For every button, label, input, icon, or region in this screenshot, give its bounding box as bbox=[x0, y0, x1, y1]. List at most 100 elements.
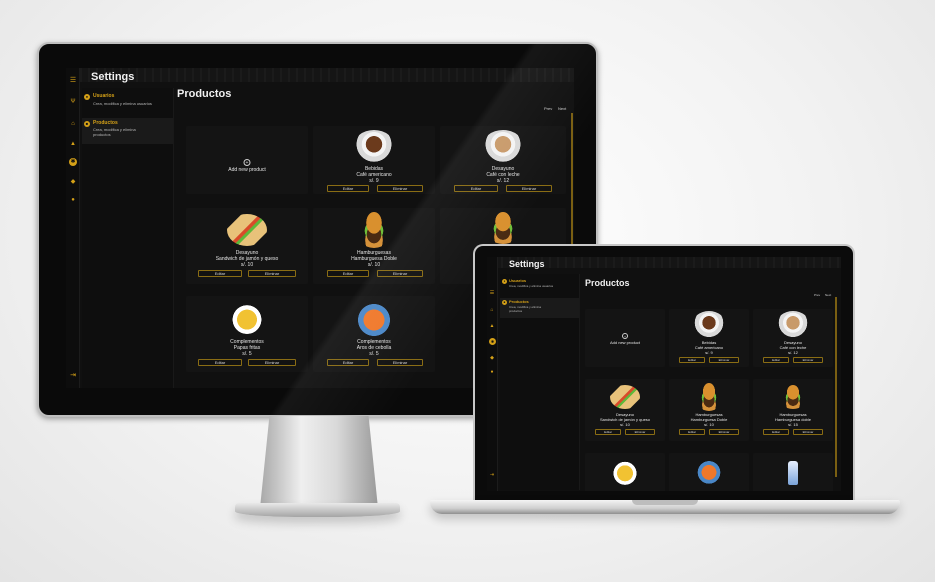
user-circle-icon: ● bbox=[502, 279, 507, 284]
add-product-card[interactable]: + Add new product bbox=[186, 126, 308, 194]
top-bar bbox=[66, 68, 574, 82]
edit-button[interactable]: Editar bbox=[679, 429, 705, 435]
delete-button[interactable]: Eliminar bbox=[377, 270, 423, 277]
hamburger-menu-icon[interactable]: ☰ bbox=[69, 77, 77, 85]
product-price: s/. 9 bbox=[369, 178, 379, 184]
burger-image bbox=[695, 383, 723, 411]
bottle-image bbox=[788, 461, 798, 485]
product-price: s/. 12 bbox=[788, 350, 798, 355]
onion-rings-image bbox=[694, 457, 724, 485]
product-price: s/. 5 bbox=[242, 351, 252, 357]
product-card: Bebidas Café americano s/. 9 Editar Elim… bbox=[669, 309, 749, 367]
fries-image bbox=[228, 302, 266, 334]
edit-button[interactable]: Editar bbox=[327, 359, 369, 366]
delete-button[interactable]: Eliminar bbox=[793, 357, 823, 363]
tag-icon[interactable]: ◆ bbox=[489, 355, 495, 361]
page-title: Settings bbox=[509, 259, 545, 269]
restaurant-icon[interactable]: Ψ bbox=[69, 98, 77, 106]
nav-rail: ☰ ⌂ ▲ ✱ ◆ ● ⇥ bbox=[487, 257, 498, 491]
onion-rings-image bbox=[353, 298, 395, 338]
delete-button[interactable]: Eliminar bbox=[248, 359, 296, 366]
menu-item-desc: Crea, modifica y elimina productos bbox=[509, 305, 542, 313]
menu-item-desc: Crea, modifica y elimina usuarios bbox=[509, 284, 554, 288]
delete-button[interactable]: Eliminar bbox=[377, 359, 423, 366]
tag-icon[interactable]: ◆ bbox=[69, 178, 77, 186]
product-price: s/. 10 bbox=[367, 262, 381, 268]
bell-icon[interactable]: ▲ bbox=[489, 323, 495, 329]
product-card: Hamburguesas Hamburguesa Doble s/. 10 Ed… bbox=[313, 208, 435, 284]
menu-item-title: Usuarios bbox=[93, 93, 115, 99]
menu-item-usuarios[interactable]: ● Usuarios Crea, modifica y elimina usua… bbox=[82, 92, 173, 116]
product-card bbox=[753, 453, 833, 491]
laptop: ☰ ⌂ ▲ ✱ ◆ ● ⇥ Settings ● Usuarios Crea, … bbox=[473, 244, 855, 503]
product-card: Complementos Aros de cebolla s/. 5 Edita… bbox=[313, 296, 435, 372]
home-icon[interactable]: ⌂ bbox=[489, 307, 495, 313]
section-title: Productos bbox=[585, 278, 630, 288]
edit-button[interactable]: Editar bbox=[198, 270, 242, 277]
delete-button[interactable]: Eliminar bbox=[793, 429, 823, 435]
product-price: s/. 15 bbox=[788, 422, 798, 427]
menu-item-productos[interactable]: ■ Productos Crea, modifica y elimina pro… bbox=[500, 298, 579, 318]
laptop-screen: ☰ ⌂ ▲ ✱ ◆ ● ⇥ Settings ● Usuarios Crea, … bbox=[487, 257, 841, 491]
delete-button[interactable]: Eliminar bbox=[377, 185, 423, 192]
edit-button[interactable]: Editar bbox=[327, 270, 369, 277]
monitor-base bbox=[235, 503, 400, 517]
prev-link[interactable]: Prev bbox=[814, 293, 820, 297]
edit-button[interactable]: Editar bbox=[763, 429, 789, 435]
delete-button[interactable]: Eliminar bbox=[709, 429, 739, 435]
edit-button[interactable]: Editar bbox=[327, 185, 369, 192]
next-link[interactable]: Next bbox=[825, 293, 831, 297]
user-circle-icon: ● bbox=[84, 94, 90, 100]
edit-button[interactable]: Editar bbox=[763, 357, 789, 363]
delete-button[interactable]: Eliminar bbox=[248, 270, 296, 277]
product-price: s/. 10 bbox=[704, 422, 714, 427]
delete-button[interactable]: Eliminar bbox=[506, 185, 552, 192]
product-card: Desayuno Sandwich de jamón y queso s/. 1… bbox=[186, 208, 308, 284]
logout-icon[interactable]: ⇥ bbox=[69, 372, 77, 380]
menu-item-usuarios[interactable]: ● Usuarios Crea, modifica y elimina usua… bbox=[500, 277, 579, 295]
burger-image bbox=[485, 212, 521, 244]
product-card: Bebidas Café americano s/. 9 Editar Elim… bbox=[313, 126, 435, 194]
delete-button[interactable]: Eliminar bbox=[709, 357, 739, 363]
user-icon[interactable]: ● bbox=[489, 369, 495, 375]
home-icon[interactable]: ⌂ bbox=[69, 120, 77, 128]
add-product-card[interactable]: + Add new product bbox=[585, 309, 665, 367]
latte-image bbox=[482, 130, 524, 164]
settings-menu: ● Usuarios Crea, modifica y elimina usua… bbox=[82, 88, 174, 388]
bell-icon[interactable]: ▲ bbox=[69, 140, 77, 148]
delete-button[interactable]: Eliminar bbox=[625, 429, 655, 435]
logout-icon[interactable]: ⇥ bbox=[489, 472, 495, 478]
edit-button[interactable]: Editar bbox=[198, 359, 242, 366]
burger-icon: ■ bbox=[84, 121, 90, 127]
settings-icon[interactable]: ✱ bbox=[69, 158, 77, 166]
menu-item-title: Productos bbox=[509, 299, 529, 304]
settings-icon[interactable]: ✱ bbox=[489, 338, 496, 345]
burger-image bbox=[779, 385, 807, 409]
next-link[interactable]: Next bbox=[558, 106, 566, 111]
product-card bbox=[585, 453, 665, 491]
sandwich-image bbox=[610, 385, 640, 409]
product-price: s/. 12 bbox=[496, 178, 510, 184]
edit-button[interactable]: Editar bbox=[679, 357, 705, 363]
product-card: Complementos Papas fritas s/. 5 Editar E… bbox=[186, 296, 308, 372]
edit-button[interactable]: Editar bbox=[454, 185, 498, 192]
hamburger-menu-icon[interactable]: ☰ bbox=[489, 290, 495, 296]
fries-image bbox=[610, 459, 640, 485]
product-card bbox=[669, 453, 749, 491]
edit-button[interactable]: Editar bbox=[595, 429, 621, 435]
product-card: Desayuno Café con leche s/. 12 Editar El… bbox=[440, 126, 566, 194]
scrollbar[interactable] bbox=[835, 297, 837, 477]
menu-item-desc: Crea, modifica y elimina productos bbox=[93, 127, 136, 137]
user-icon[interactable]: ● bbox=[69, 196, 77, 204]
menu-item-productos[interactable]: ■ Productos Crea, modifica y elimina pro… bbox=[82, 118, 173, 144]
plus-icon: + bbox=[622, 333, 628, 339]
coffee-image bbox=[692, 311, 726, 339]
sandwich-image bbox=[227, 214, 267, 246]
latte-image bbox=[776, 311, 810, 339]
section-title: Productos bbox=[177, 88, 232, 100]
product-card: Hamburguesas Hamburguesa Doble s/. 10 Ed… bbox=[669, 379, 749, 441]
prev-link[interactable]: Prev bbox=[544, 106, 552, 111]
nav-rail: ☰ Ψ ⌂ ▲ ✱ ◆ ● ⇥ bbox=[66, 68, 80, 388]
burger-icon: ■ bbox=[502, 300, 507, 305]
settings-menu: ● Usuarios Crea, modifica y elimina usua… bbox=[500, 274, 580, 490]
